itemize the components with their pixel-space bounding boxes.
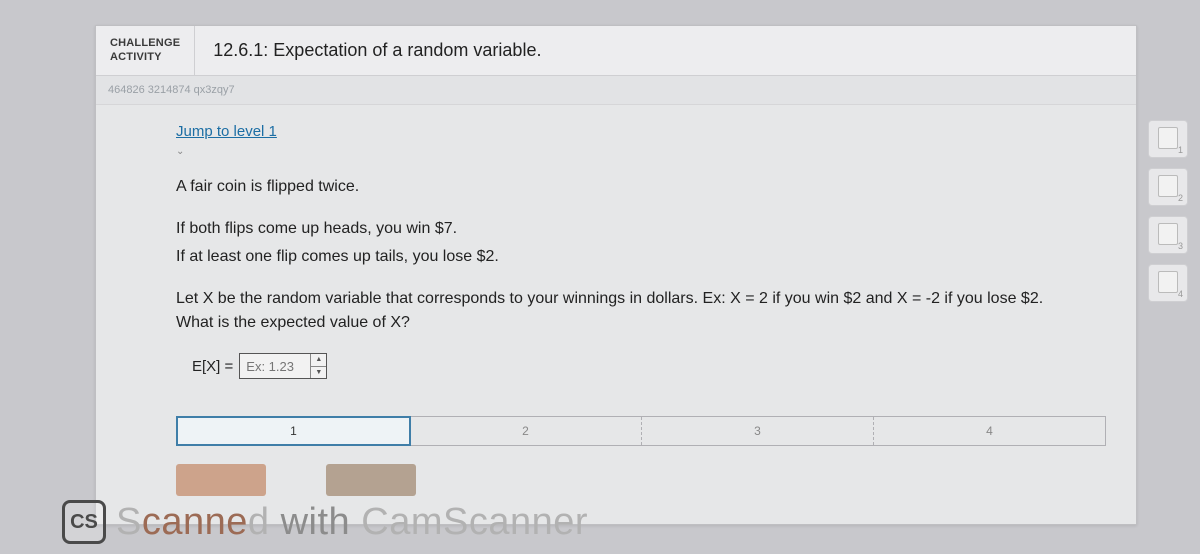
problem-rule-1: If both flips come up heads, you win $7.	[176, 217, 1076, 241]
problem-intro: A fair coin is flipped twice.	[176, 175, 1076, 199]
level-progress-bar: 1 2 3 4	[176, 416, 1106, 446]
jump-to-level-link[interactable]: Jump to level 1	[176, 123, 277, 140]
progress-segment-1[interactable]: 1	[176, 416, 411, 446]
level-sidebar: 1 2 3 4	[1148, 120, 1188, 302]
camscanner-watermark: CS Scanned with CamScanner	[62, 500, 588, 544]
equation-lhs: E[X] =	[192, 358, 233, 375]
answer-row: E[X] = ▲ ▼	[192, 353, 1136, 379]
level-box-2[interactable]: 2	[1148, 168, 1188, 206]
problem-rule-2: If at least one flip comes up tails, you…	[176, 245, 1076, 269]
watermark-text: Scanned with CamScanner	[116, 501, 588, 544]
problem-body: A fair coin is flipped twice. If both fl…	[176, 175, 1076, 335]
activity-header: CHALLENGE ACTIVITY 12.6.1: Expectation o…	[96, 26, 1136, 76]
answer-input[interactable]	[240, 354, 310, 378]
level-box-4[interactable]: 4	[1148, 264, 1188, 302]
action-buttons	[176, 464, 416, 496]
progress-segment-3[interactable]: 3	[642, 417, 874, 445]
jump-marker: ⌄	[176, 146, 1136, 157]
check-button[interactable]	[176, 464, 266, 496]
next-button[interactable]	[326, 464, 416, 496]
label-activity: ACTIVITY	[110, 51, 180, 64]
activity-id: 464826 3214874 qx3zqy7	[96, 76, 1136, 105]
activity-card: CHALLENGE ACTIVITY 12.6.1: Expectation o…	[95, 25, 1137, 525]
problem-question: Let X be the random variable that corres…	[176, 287, 1076, 335]
activity-type-label: CHALLENGE ACTIVITY	[96, 26, 195, 75]
progress-segment-4[interactable]: 4	[874, 417, 1105, 445]
stepper-controls: ▲ ▼	[310, 354, 326, 378]
cs-badge-icon: CS	[62, 500, 106, 544]
activity-title: 12.6.1: Expectation of a random variable…	[195, 26, 559, 75]
answer-stepper[interactable]: ▲ ▼	[239, 353, 327, 379]
level-box-3[interactable]: 3	[1148, 216, 1188, 254]
level-box-1[interactable]: 1	[1148, 120, 1188, 158]
step-down-icon[interactable]: ▼	[311, 367, 326, 379]
step-up-icon[interactable]: ▲	[311, 354, 326, 367]
progress-segment-2[interactable]: 2	[410, 417, 642, 445]
label-challenge: CHALLENGE	[110, 37, 180, 50]
